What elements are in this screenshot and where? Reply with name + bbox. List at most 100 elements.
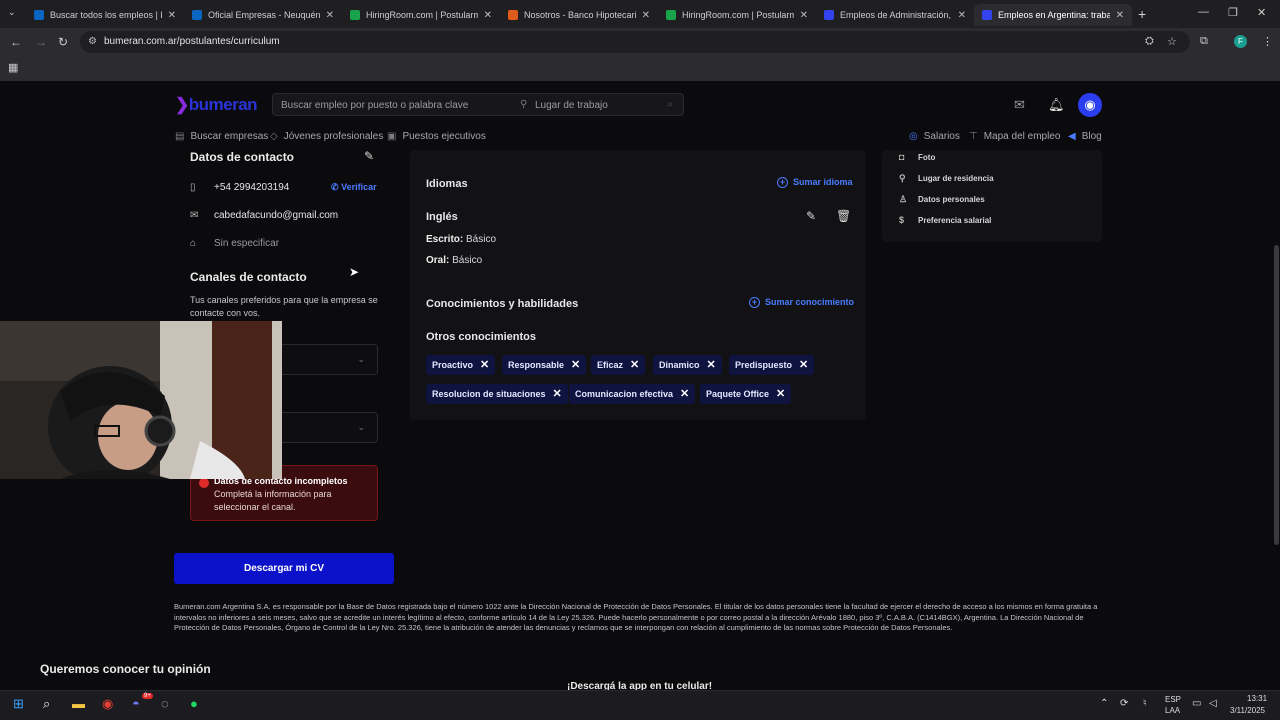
location-input[interactable]: Lugar de trabajo <box>535 100 608 111</box>
reload-button[interactable]: ↻ <box>58 35 68 49</box>
browser-menu-icon[interactable]: ⋮ <box>1262 35 1273 48</box>
close-tab-icon[interactable]: ✕ <box>958 10 966 21</box>
contact-channels-desc: Tus canales preferidos para que la empre… <box>190 295 378 318</box>
bumeran-logo[interactable]: ❯bumeran <box>175 95 258 115</box>
taskbar-search-icon[interactable]: ⌕ <box>43 696 50 712</box>
profile-avatar[interactable]: F <box>1234 35 1247 48</box>
delete-language-trash-icon[interactable]: 🗑︎ <box>836 209 851 223</box>
skill-chip[interactable]: Paquete Office ✕ <box>700 384 792 404</box>
tray-mic-icon[interactable]: ♮ <box>1143 698 1147 709</box>
keyboard-lang-1[interactable]: ESP <box>1165 695 1181 704</box>
bookmark-star-icon[interactable]: ☆ <box>1167 35 1177 48</box>
camera-icon: ◘ <box>899 152 905 162</box>
file-explorer-icon[interactable]: ▬ <box>72 696 85 711</box>
close-window-button[interactable]: ✕ <box>1257 6 1266 19</box>
forward-button[interactable]: → <box>35 35 47 49</box>
notifications-bell-icon[interactable]: 🔔︎ <box>1048 97 1065 113</box>
skill-chip[interactable]: Predispuesto ✕ <box>729 355 815 375</box>
close-tab-icon[interactable]: ✕ <box>1116 10 1124 21</box>
close-tab-icon[interactable]: ✕ <box>484 10 492 21</box>
close-tab-icon[interactable]: ✕ <box>168 10 176 21</box>
site-info-icon[interactable]: ⚙ <box>88 31 97 53</box>
minimize-button[interactable]: — <box>1198 6 1209 18</box>
bookmarks-bar <box>0 56 1280 81</box>
tab-linkedin-jobs[interactable]: Buscar todos los empleos | Link✕ <box>26 4 184 26</box>
apps-grid-icon[interactable]: ▦ <box>8 61 18 74</box>
windows-start-icon[interactable]: ⊞ <box>13 696 24 712</box>
skill-chip[interactable]: Comunicacion efectiva ✕ <box>569 384 696 404</box>
close-tab-icon[interactable]: ✕ <box>326 10 334 21</box>
add-language-button[interactable]: + Sumar idioma <box>777 177 853 188</box>
chrome-icon[interactable]: ◉ <box>102 696 113 712</box>
tab-hiringroom-1[interactable]: HiringRoom.com | Postularme ✕ <box>342 4 500 26</box>
clock-time[interactable]: 13:31 <box>1247 694 1267 703</box>
volume-icon[interactable]: ◁ <box>1209 698 1217 709</box>
skill-chip[interactable]: Eficaz ✕ <box>591 355 646 375</box>
tab-bumeran-admin[interactable]: Empleos de Administración, Co✕ <box>816 4 974 26</box>
menu-item-datos-personales[interactable]: ♙ Datos personales <box>899 194 985 205</box>
page-scrollbar[interactable] <box>1274 245 1279 545</box>
skill-chip[interactable]: Proactivo ✕ <box>426 355 496 375</box>
messages-icon[interactable]: ✉ <box>1014 97 1025 113</box>
remove-chip-x-icon[interactable]: ✕ <box>799 359 808 371</box>
skill-chip[interactable]: Dinamico ✕ <box>653 355 722 375</box>
remove-chip-x-icon[interactable]: ✕ <box>571 359 580 371</box>
close-tab-icon[interactable]: ✕ <box>642 10 650 21</box>
mail-icon: ✉ <box>190 210 199 221</box>
back-button[interactable]: ← <box>10 35 22 49</box>
remove-chip-x-icon[interactable]: ✕ <box>553 388 562 400</box>
translate-icon[interactable]: ⛭ <box>1145 35 1154 48</box>
clock-date[interactable]: 3/11/2025 <box>1230 706 1265 715</box>
add-skill-button[interactable]: + Sumar conocimiento <box>749 297 854 308</box>
tab-linkedin-company[interactable]: Oficial Empresas - Neuquén | B✕ <box>184 4 342 26</box>
close-tab-icon[interactable]: ✕ <box>800 10 808 21</box>
tab-bumeran-active[interactable]: Empleos en Argentina: trabajo ✕ <box>974 4 1132 26</box>
contact-phone-row: ▯ +54 2994203194 <box>190 182 290 193</box>
job-search-bar[interactable]: Buscar empleo por puesto o palabra clave… <box>272 93 684 116</box>
menu-item-preferencia-salarial[interactable]: $ Preferencia salarial <box>899 215 991 225</box>
skills-title: Conocimientos y habilidades <box>426 298 579 310</box>
remove-chip-x-icon[interactable]: ✕ <box>680 388 689 400</box>
tab-hiringroom-2[interactable]: HiringRoom.com | Postularme ✕ <box>658 4 816 26</box>
verify-phone-link[interactable]: ✆ Verificar <box>331 182 377 193</box>
skill-chip[interactable]: Responsable ✕ <box>502 355 587 375</box>
nav-blog[interactable]: ◀ Blog <box>1068 131 1102 142</box>
search-icon[interactable]: ⌕ <box>667 99 673 110</box>
bank-icon <box>508 10 518 20</box>
phone-icon: ▯ <box>190 182 196 193</box>
new-tab-button[interactable]: + <box>1138 6 1146 22</box>
linkedin-icon <box>192 10 202 20</box>
network-icon[interactable]: ▭ <box>1192 698 1201 709</box>
tab-banco-hipotecario[interactable]: Nosotros - Banco Hipotecario ✕ <box>500 4 658 26</box>
menu-item-residencia[interactable]: ⚲ Lugar de residencia <box>899 173 994 184</box>
tray-overflow-icon[interactable]: ⌃ <box>1100 698 1108 709</box>
app-icon[interactable]: ◌ <box>161 696 169 711</box>
mouse-cursor-icon: ➤ <box>349 265 360 279</box>
remove-chip-x-icon[interactable]: ✕ <box>630 359 639 371</box>
nav-buscar-empresas[interactable]: ▤ Buscar empresas <box>175 131 268 142</box>
tab-list-icon[interactable]: ⌄ <box>8 7 16 18</box>
remove-chip-x-icon[interactable]: ✕ <box>776 388 785 400</box>
whatsapp-icon: ✆ <box>331 182 339 192</box>
restore-button[interactable]: ❐ <box>1228 6 1238 19</box>
url-field[interactable]: ⚙ bumeran.com.ar/postulantes/curriculum <box>80 31 1190 53</box>
spotify-icon[interactable]: ● <box>190 696 198 711</box>
job-search-input[interactable]: Buscar empleo por puesto o palabra clave <box>281 100 468 111</box>
nav-puestos-ejecutivos[interactable]: ▣ Puestos ejecutivos <box>387 131 486 142</box>
skill-chip[interactable]: Resolucion de situaciones ✕ <box>426 384 568 404</box>
tray-sync-icon[interactable]: ⟳ <box>1120 698 1128 709</box>
remove-chip-x-icon[interactable]: ✕ <box>707 359 716 371</box>
extensions-icon[interactable]: ⧉ <box>1200 35 1208 48</box>
download-cv-button[interactable]: Descargar mi CV <box>174 553 394 584</box>
hiringroom-icon <box>350 10 360 20</box>
nav-mapa-empleo[interactable]: ⊤ Mapa del empleo <box>969 131 1060 142</box>
keyboard-lang-2[interactable]: LAA <box>1165 706 1180 715</box>
discord-icon[interactable]: ◓ <box>132 696 140 711</box>
edit-language-pencil-icon[interactable]: ✎ <box>806 209 816 223</box>
edit-contact-pencil-icon[interactable]: ✎ <box>364 149 374 163</box>
nav-salarios[interactable]: ◎ Salarios <box>909 131 960 142</box>
menu-item-foto[interactable]: ◘ Foto <box>899 152 935 162</box>
nav-jovenes-profesionales[interactable]: ◇ Jóvenes profesionales <box>270 131 383 142</box>
remove-chip-x-icon[interactable]: ✕ <box>480 359 489 371</box>
user-avatar-icon[interactable]: ◉ <box>1078 93 1102 117</box>
